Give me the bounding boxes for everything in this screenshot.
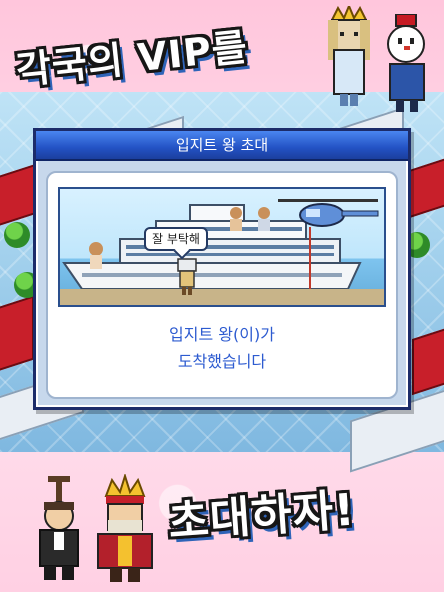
cruise-ship-icon xyxy=(60,199,384,305)
arrival-scene: 잘 부탁해 xyxy=(58,187,386,307)
butler-icon xyxy=(39,476,79,580)
speech-bubble: 잘 부탁해 xyxy=(144,227,208,251)
banner-bottom-text: 초대하자! xyxy=(166,484,357,549)
building-roof xyxy=(412,324,444,396)
snowman-icon xyxy=(387,14,425,112)
queen-icon xyxy=(328,6,370,106)
building-roof xyxy=(0,295,34,373)
arrival-message: 입지트 왕(이)가 도착했습니다 xyxy=(48,321,396,375)
vip-invite-dialog: 입지트 왕 초대 잘 부탁해 입지트 왕(이)가 도착했습니다 xyxy=(33,128,411,410)
dialog-content[interactable]: 잘 부탁해 입지트 왕(이)가 도착했습니다 xyxy=(46,171,398,399)
message-line-1: 입지트 왕(이)가 xyxy=(169,325,275,344)
palm-tree-icon xyxy=(4,222,30,248)
king-icon xyxy=(97,474,153,582)
building-roof xyxy=(408,153,444,219)
dialog-title: 입지트 왕 초대 xyxy=(36,131,408,161)
message-line-2: 도착했습니다 xyxy=(177,352,267,371)
